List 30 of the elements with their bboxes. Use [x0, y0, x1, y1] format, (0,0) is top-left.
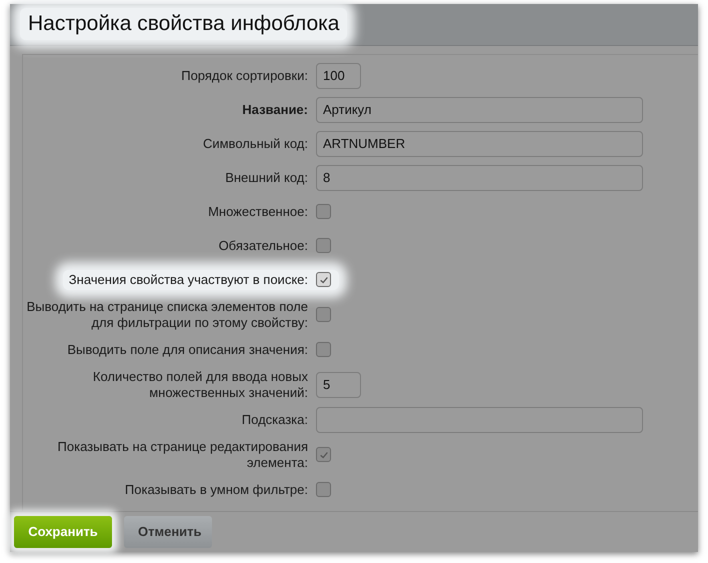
input-field[interactable]: 5 — [316, 372, 361, 398]
field-label: Название: — [241, 102, 308, 118]
cancel-button[interactable]: Отменить — [124, 516, 212, 548]
field-label: Порядок сортировки: — [180, 68, 308, 84]
field-label: Подсказка: — [240, 412, 308, 428]
field-label: Выводить поле для описания значения: — [66, 342, 308, 358]
field-label: Показывать на странице редактирования элемента: — [56, 438, 308, 470]
field-label: Символьный код: — [202, 136, 308, 152]
checkbox[interactable] — [316, 238, 331, 253]
field-label: Выводить на странице списка элементов поле для фильтрации по этому свойству: — [26, 298, 308, 330]
input-field[interactable]: ARTNUMBER — [316, 130, 643, 156]
field-label: Обязательное: — [218, 238, 308, 254]
field-label: Множественное: — [207, 204, 308, 220]
checkbox[interactable] — [316, 447, 331, 462]
field-label: Показывать в умном фильтре: — [124, 482, 308, 498]
checkbox[interactable] — [316, 342, 331, 357]
checkbox[interactable] — [316, 204, 331, 219]
dialog-title: Настройка свойства инфоблока — [20, 8, 348, 40]
checkbox[interactable] — [316, 272, 331, 287]
check-icon — [318, 450, 328, 460]
field-label: Внешний код: — [224, 170, 308, 186]
checkbox[interactable] — [316, 482, 331, 497]
field-label: Количество полей для ввода новых множественных значений: — [92, 368, 308, 400]
input-field[interactable] — [316, 406, 643, 432]
field-label: Значения свойства участвуют в поиске: — [68, 272, 308, 288]
input-field[interactable]: 100 — [316, 62, 361, 88]
checkbox[interactable] — [316, 307, 331, 322]
input-field[interactable]: Артикул — [316, 96, 643, 122]
input-field[interactable]: 8 — [316, 164, 643, 190]
check-icon — [318, 274, 328, 284]
